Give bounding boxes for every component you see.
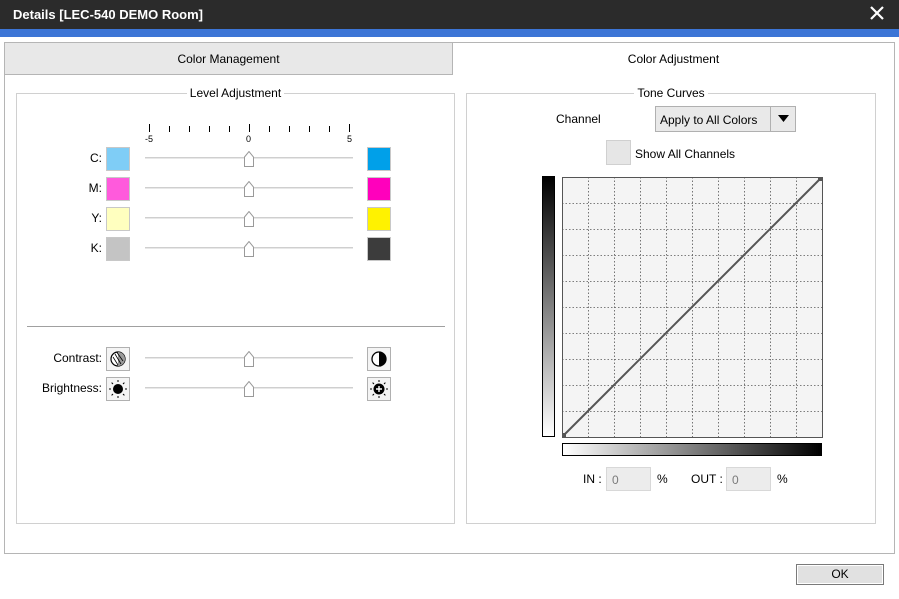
yellow-low-swatch <box>106 207 130 231</box>
black-slider-thumb[interactable] <box>244 241 254 257</box>
magenta-label: M: <box>88 181 102 195</box>
yellow-slider-thumb[interactable] <box>244 211 254 227</box>
in-percent-label: % <box>657 472 668 486</box>
magenta-low-swatch <box>106 177 130 201</box>
brightness-label: Brightness: <box>41 381 102 395</box>
out-percent-label: % <box>777 472 788 486</box>
title-bar: Details [LEC-540 DEMO Room] <box>0 0 899 29</box>
footer-area <box>0 555 899 599</box>
level-adjustment-title: Level Adjustment <box>186 86 285 100</box>
black-low-swatch <box>106 237 130 261</box>
channel-label: Channel <box>556 112 601 126</box>
magenta-slider-thumb[interactable] <box>244 181 254 197</box>
brightness-slider-thumb[interactable] <box>244 381 254 397</box>
in-value-field[interactable]: 0 <box>606 467 651 491</box>
contrast-low-icon[interactable] <box>106 347 130 371</box>
black-label: K: <box>90 241 102 255</box>
show-all-channels-checkbox[interactable] <box>606 140 631 165</box>
cyan-label: C: <box>90 151 102 165</box>
tab-color-management[interactable]: Color Management <box>5 43 453 75</box>
out-label: OUT : <box>691 472 723 486</box>
curve-point-end[interactable] <box>818 177 822 181</box>
black-high-swatch <box>367 237 391 261</box>
level-adjustment-group: Level Adjustment -5 0 5 C: M: Y: K: Cont… <box>16 86 455 524</box>
channel-select-value: Apply to All Colors <box>660 113 758 127</box>
tone-curves-group: Tone Curves Channel Apply to All Colors … <box>466 86 876 524</box>
contrast-slider-thumb[interactable] <box>244 351 254 367</box>
accent-bar <box>0 29 899 37</box>
curve-point-start[interactable] <box>562 433 566 437</box>
contrast-label: Contrast: <box>53 351 102 365</box>
magenta-high-swatch <box>367 177 391 201</box>
tone-curve-graph[interactable] <box>562 177 823 438</box>
cyan-high-swatch <box>367 147 391 171</box>
section-divider <box>27 326 445 327</box>
brightness-high-icon[interactable] <box>367 377 391 401</box>
scale-label-max: 5 <box>347 134 353 144</box>
yellow-high-swatch <box>367 207 391 231</box>
dialog-panel: Color Management Color Adjustment Level … <box>4 42 895 554</box>
show-all-channels-label: Show All Channels <box>635 147 736 161</box>
ok-button[interactable]: OK <box>796 564 884 585</box>
out-value-field[interactable]: 0 <box>726 467 771 491</box>
input-gradient-bar <box>562 443 822 456</box>
close-icon[interactable] <box>869 5 885 21</box>
in-label: IN : <box>583 472 602 486</box>
scale-label-mid: 0 <box>246 134 252 144</box>
channel-select[interactable]: Apply to All Colors <box>655 106 796 132</box>
cyan-low-swatch <box>106 147 130 171</box>
contrast-high-icon[interactable] <box>367 347 391 371</box>
yellow-label: Y: <box>91 211 102 225</box>
tab-color-adjustment[interactable]: Color Adjustment <box>453 43 894 75</box>
window-title: Details [LEC-540 DEMO Room] <box>13 7 203 22</box>
output-gradient-bar <box>542 176 555 437</box>
cyan-slider-thumb[interactable] <box>244 151 254 167</box>
scale-label-min: -5 <box>145 134 154 144</box>
tone-curves-title: Tone Curves <box>634 86 708 100</box>
brightness-low-icon[interactable] <box>106 377 130 401</box>
chevron-down-icon <box>778 115 789 122</box>
